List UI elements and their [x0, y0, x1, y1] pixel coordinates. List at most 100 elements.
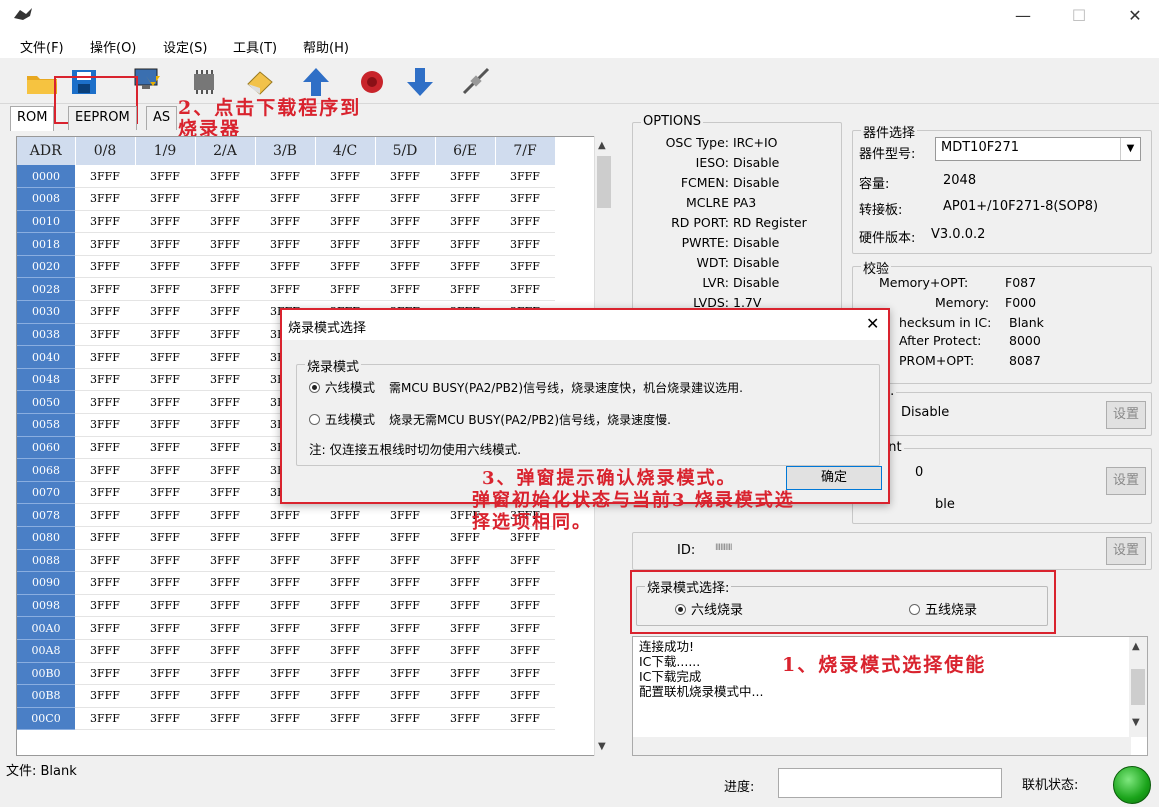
data-cell[interactable]: 3FFF [375, 526, 435, 550]
data-cell[interactable]: 3FFF [195, 594, 255, 618]
data-cell[interactable]: 3FFF [315, 639, 375, 663]
data-cell[interactable]: 3FFF [195, 481, 255, 505]
data-cell[interactable]: 3FFF [195, 571, 255, 595]
data-cell[interactable]: 3FFF [315, 210, 375, 234]
menu-help[interactable]: 帮助(H) [303, 37, 349, 56]
data-cell[interactable]: 3FFF [195, 300, 255, 324]
table-row[interactable]: 00C0 3FFF 3FFF 3FFF 3FFF 3FFF 3FFF 3FFF 3FFF [17, 707, 555, 731]
data-cell[interactable]: 3FFF [255, 232, 315, 256]
data-cell[interactable]: 3FFF [435, 571, 495, 595]
data-cell[interactable]: 3FFF [75, 594, 135, 618]
data-cell[interactable]: 3FFF [375, 594, 435, 618]
scroll-thumb[interactable] [597, 156, 611, 208]
data-cell[interactable]: 3FFF [195, 277, 255, 302]
data-cell[interactable]: 3FFF [495, 707, 555, 731]
data-cell[interactable]: 3FFF [195, 707, 255, 731]
maximize-button[interactable]: ☐ [1056, 0, 1102, 32]
data-cell[interactable]: 3FFF [75, 503, 135, 527]
upload-button[interactable] [296, 62, 336, 102]
data-cell[interactable]: 3FFF [135, 481, 195, 505]
data-cell[interactable]: 3FFF [135, 662, 195, 686]
scroll-down-icon[interactable]: ▼ [1132, 717, 1140, 728]
data-cell[interactable]: 3FFF [75, 616, 135, 640]
table-row[interactable]: 00B0 3FFF 3FFF 3FFF 3FFF 3FFF 3FFF 3FFF 3FFF [17, 662, 555, 686]
data-cell[interactable]: 3FFF [195, 413, 255, 437]
data-cell[interactable]: 3FFF [315, 549, 375, 573]
data-cell[interactable]: 3FFF [75, 413, 135, 437]
data-cell[interactable]: 3FFF [315, 662, 375, 686]
data-cell[interactable]: 3FFF [75, 458, 135, 482]
log-hscrollbar[interactable] [633, 737, 1131, 755]
data-cell[interactable]: 3FFF [255, 616, 315, 640]
data-cell[interactable]: 3FFF [375, 639, 435, 663]
data-cell[interactable]: 3FFF [195, 436, 255, 460]
data-cell[interactable]: 3FFF [435, 255, 495, 279]
minimize-button[interactable]: — [1000, 0, 1046, 32]
data-cell[interactable]: 3FFF [495, 277, 555, 302]
data-cell[interactable]: 3FFF [135, 187, 195, 211]
data-cell[interactable]: 3FFF [75, 436, 135, 460]
menu-settings[interactable]: 设定(S) [163, 37, 207, 56]
data-cell[interactable]: 3FFF [195, 549, 255, 573]
data-cell[interactable]: 3FFF [75, 390, 135, 415]
table-row[interactable]: 0028 3FFF 3FFF 3FFF 3FFF 3FFF 3FFF 3FFF 3FFF [17, 277, 555, 302]
mode-six-radio[interactable]: 六线烧录 [675, 599, 743, 618]
data-cell[interactable]: 3FFF [195, 526, 255, 550]
data-cell[interactable]: 3FFF [135, 436, 195, 460]
data-cell[interactable]: 3FFF [195, 639, 255, 663]
data-cell[interactable]: 3FFF [135, 458, 195, 482]
dialog-five-option[interactable]: 五线模式 烧录无需MCU BUSY(PA2/PB2)信号线，烧录速度慢. [309, 409, 671, 428]
data-cell[interactable]: 3FFF [315, 594, 375, 618]
tab-eeprom[interactable]: EEPROM [68, 106, 137, 130]
erase-button[interactable] [240, 62, 280, 102]
dialog-six-option[interactable]: 六线模式 需MCU BUSY(PA2/PB2)信号线，烧录速度快，机台烧录建议选… [309, 377, 743, 396]
data-cell[interactable]: 3FFF [135, 345, 195, 369]
data-cell[interactable]: 3FFF [495, 165, 555, 189]
data-cell[interactable]: 3FFF [315, 707, 375, 731]
data-cell[interactable]: 3FFF [495, 210, 555, 234]
data-cell[interactable]: 3FFF [195, 255, 255, 279]
model-select[interactable]: MDT10F271 ▼ [935, 137, 1141, 161]
close-button[interactable]: ✕ [1112, 0, 1158, 32]
data-cell[interactable]: 3FFF [75, 662, 135, 686]
chip-button[interactable] [184, 62, 224, 102]
table-row[interactable]: 00A0 3FFF 3FFF 3FFF 3FFF 3FFF 3FFF 3FFF 3FFF [17, 616, 555, 640]
data-cell[interactable]: 3FFF [255, 594, 315, 618]
data-cell[interactable]: 3FFF [135, 413, 195, 437]
data-cell[interactable]: 3FFF [195, 390, 255, 415]
data-cell[interactable]: 3FFF [135, 571, 195, 595]
data-cell[interactable]: 3FFF [255, 639, 315, 663]
data-cell[interactable]: 3FFF [135, 390, 195, 415]
table-row[interactable]: 0018 3FFF 3FFF 3FFF 3FFF 3FFF 3FFF 3FFF 3FFF [17, 232, 555, 256]
data-cell[interactable]: 3FFF [135, 232, 195, 256]
data-cell[interactable]: 3FFF [135, 300, 195, 324]
data-cell[interactable]: 3FFF [75, 187, 135, 211]
tab-rom[interactable]: ROM [10, 106, 55, 131]
data-cell[interactable]: 3FFF [375, 503, 435, 527]
scroll-up-icon[interactable]: ▲ [598, 140, 606, 151]
data-cell[interactable]: 3FFF [135, 526, 195, 550]
data-cell[interactable]: 3FFF [435, 277, 495, 302]
data-cell[interactable]: 3FFF [435, 210, 495, 234]
data-cell[interactable]: 3FFF [375, 571, 435, 595]
data-cell[interactable]: 3FFF [435, 187, 495, 211]
table-row[interactable]: 0010 3FFF 3FFF 3FFF 3FFF 3FFF 3FFF 3FFF 3FFF [17, 210, 555, 234]
data-cell[interactable]: 3FFF [495, 662, 555, 686]
data-cell[interactable]: 3FFF [495, 187, 555, 211]
data-cell[interactable]: 3FFF [495, 616, 555, 640]
data-cell[interactable]: 3FFF [135, 368, 195, 392]
data-cell[interactable]: 3FFF [435, 662, 495, 686]
data-cell[interactable]: 3FFF [135, 277, 195, 302]
data-cell[interactable]: 3FFF [195, 323, 255, 347]
data-cell[interactable]: 3FFF [255, 165, 315, 189]
data-cell[interactable]: 3FFF [495, 684, 555, 708]
data-cell[interactable]: 3FFF [495, 571, 555, 595]
data-cell[interactable]: 3FFF [255, 571, 315, 595]
data-cell[interactable]: 3FFF [75, 526, 135, 550]
chevron-down-icon[interactable]: ▼ [1120, 138, 1140, 160]
data-cell[interactable]: 3FFF [75, 368, 135, 392]
data-cell[interactable]: 3FFF [435, 639, 495, 663]
data-cell[interactable]: 3FFF [195, 503, 255, 527]
data-cell[interactable]: 3FFF [135, 594, 195, 618]
data-cell[interactable]: 3FFF [375, 210, 435, 234]
